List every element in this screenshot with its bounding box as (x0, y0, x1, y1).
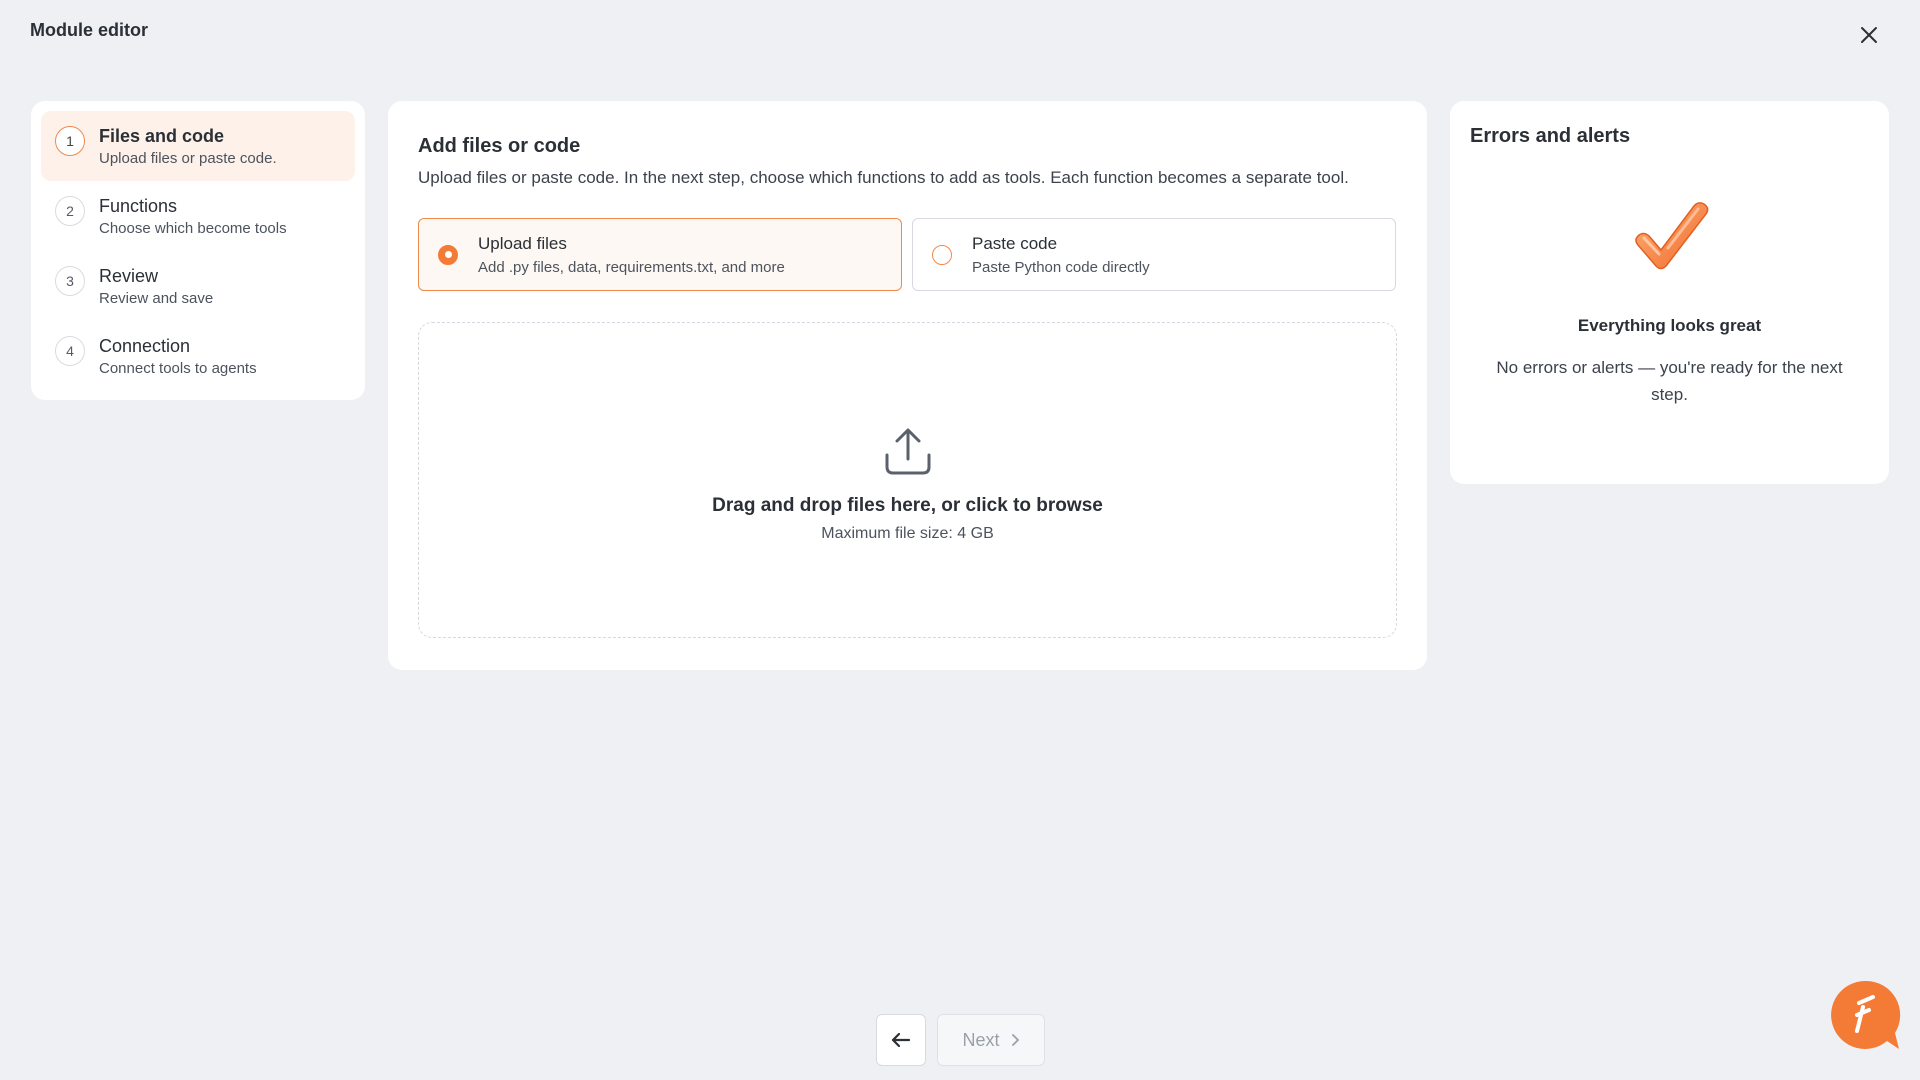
steps-panel: 1 Files and code Upload files or paste c… (31, 101, 365, 400)
option-subtitle: Add .py files, data, requirements.txt, a… (478, 258, 785, 276)
step-title: Connection (99, 336, 191, 356)
back-button[interactable] (876, 1014, 926, 1066)
radio-unselected[interactable] (932, 244, 952, 265)
step-files-and-code[interactable]: 1 Files and code Upload files or paste c… (41, 111, 355, 181)
chat-support-button[interactable] (1829, 979, 1901, 1051)
page-title: Add files or code (418, 135, 581, 157)
step-connection[interactable]: 4 Connection Connect tools to agents (41, 321, 355, 391)
step-title: Files and code (99, 126, 225, 146)
step-review[interactable]: 3 Review Review and save (41, 251, 355, 321)
chat-bubble-icon (1831, 980, 1901, 1049)
checkmark-icon (1634, 202, 1708, 270)
page-description: Upload files or paste code. In the next … (418, 168, 1349, 187)
chevron-right-icon (1011, 1034, 1019, 1046)
alerts-panel: Errors and alerts Everything looks great… (1450, 101, 1889, 484)
app-title: Module editor (30, 20, 148, 40)
step-number: 4 (55, 336, 85, 366)
alerts-heading: Everything looks great (1577, 316, 1762, 335)
file-dropzone[interactable]: Drag and drop files here, or click to br… (418, 322, 1397, 638)
close-button[interactable] (1854, 20, 1884, 50)
step-title: Functions (99, 196, 178, 216)
main-panel: Add files or code Upload files or paste … (388, 101, 1427, 670)
dropzone-title: Drag and drop files here, or click to br… (712, 495, 1103, 516)
step-functions[interactable]: 2 Functions Choose which become tools (41, 181, 355, 251)
dropzone-subtitle: Maximum file size: 4 GB (821, 525, 994, 542)
step-subtitle: Connect tools to agents (99, 360, 257, 377)
option-title: Upload files (478, 233, 567, 253)
step-number: 3 (55, 266, 85, 296)
step-subtitle: Upload files or paste code. (99, 150, 277, 167)
close-icon (1861, 27, 1877, 43)
upload-icon (885, 428, 930, 475)
step-number: 1 (55, 126, 85, 156)
option-title: Paste code (972, 233, 1058, 253)
step-number: 2 (55, 196, 85, 226)
next-label: Next (962, 1029, 1000, 1050)
step-subtitle: Review and save (99, 290, 214, 307)
alerts-message: No errors or alerts — you're ready for t… (1496, 358, 1843, 404)
option-subtitle: Paste Python code directly (972, 258, 1150, 276)
step-title: Review (99, 266, 159, 286)
upload-files-option[interactable]: Upload files Add .py files, data, requir… (418, 218, 902, 291)
step-subtitle: Choose which become tools (99, 220, 287, 237)
wizard-navigation: Next (876, 1014, 1045, 1066)
next-button[interactable]: Next (937, 1014, 1045, 1066)
arrow-left-icon (891, 1032, 911, 1048)
alerts-title: Errors and alerts (1470, 125, 1631, 147)
paste-code-option[interactable]: Paste code Paste Python code directly (912, 218, 1396, 291)
radio-selected[interactable] (438, 244, 458, 265)
top-bar: Module editor (0, 0, 1920, 70)
source-options: Upload files Add .py files, data, requir… (418, 218, 1397, 291)
